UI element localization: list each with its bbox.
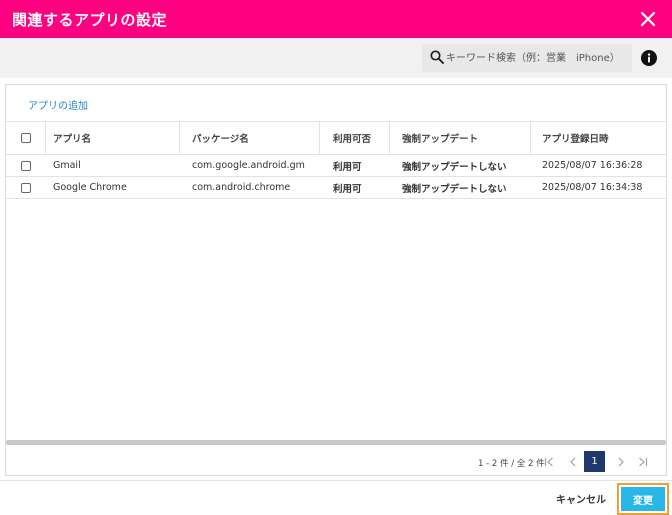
- last-page-icon: [639, 457, 648, 467]
- package-name-cell: com.google.android.gm: [192, 160, 305, 171]
- cancel-button[interactable]: キャンセル: [556, 491, 606, 506]
- table-row[interactable]: Google Chrome com.android.chrome 利用可 強制ア…: [6, 177, 666, 199]
- close-button[interactable]: [638, 9, 658, 29]
- select-all-checkbox[interactable]: [20, 133, 31, 143]
- column-header-force-update[interactable]: 強制アップデート: [390, 122, 531, 154]
- column-header-app-name[interactable]: アプリ名: [46, 122, 180, 154]
- registered-at-cell: 2025/08/07 16:34:38: [542, 182, 643, 193]
- change-button-label: 変更: [621, 487, 665, 511]
- change-button[interactable]: 変更: [617, 483, 669, 515]
- row-checkbox-cell: [6, 155, 46, 176]
- header-checkbox-cell: [6, 122, 46, 154]
- force-update-cell: 強制アップデートしない: [402, 161, 507, 173]
- app-list-panel: アプリの追加 アプリ名 パッケージ名 利用可否 強制アップデート アプリ登録日時…: [5, 84, 667, 476]
- package-name-cell: com.android.chrome: [192, 182, 291, 193]
- search-icon: [430, 50, 444, 64]
- next-page-button[interactable]: [612, 453, 630, 471]
- dialog-header: 関連するアプリの設定: [0, 0, 672, 38]
- availability-cell: 利用可: [333, 161, 362, 173]
- force-update-cell: 強制アップデートしない: [402, 183, 507, 195]
- search-box[interactable]: [422, 44, 632, 72]
- availability-cell: 利用可: [333, 183, 362, 195]
- last-page-button[interactable]: [634, 453, 652, 471]
- search-input[interactable]: [446, 48, 630, 68]
- horizontal-scrollbar[interactable]: [6, 440, 666, 445]
- row-checkbox-cell: [6, 177, 46, 198]
- table-row[interactable]: Gmail com.google.android.gm 利用可 強制アップデート…: [6, 155, 666, 177]
- chevron-right-icon: [618, 457, 624, 467]
- dialog-footer: キャンセル 変更: [0, 480, 672, 515]
- app-name-cell: Gmail: [53, 160, 81, 171]
- dialog-title: 関連するアプリの設定: [12, 11, 168, 29]
- current-page-button[interactable]: 1: [584, 451, 605, 472]
- table-header-row: アプリ名 パッケージ名 利用可否 強制アップデート アプリ登録日時: [6, 121, 666, 155]
- first-page-icon: [544, 457, 553, 467]
- toolbar: [0, 38, 672, 78]
- chevron-left-icon: [570, 457, 576, 467]
- first-page-button[interactable]: [540, 453, 558, 471]
- info-icon[interactable]: [641, 50, 657, 66]
- column-header-availability[interactable]: 利用可否: [320, 122, 390, 154]
- add-app-link[interactable]: アプリの追加: [28, 97, 88, 112]
- column-header-registered-at[interactable]: アプリ登録日時: [531, 122, 666, 154]
- close-icon: [640, 11, 656, 27]
- column-header-package-name[interactable]: パッケージ名: [180, 122, 320, 154]
- pagination-range: 1 - 2 件 / 全 2 件: [478, 459, 545, 469]
- row-checkbox[interactable]: [21, 160, 31, 171]
- previous-page-button[interactable]: [564, 453, 582, 471]
- registered-at-cell: 2025/08/07 16:36:28: [542, 160, 643, 171]
- pagination: 1 - 2 件 / 全 2 件 1: [6, 449, 666, 475]
- app-name-cell: Google Chrome: [53, 182, 127, 193]
- row-checkbox[interactable]: [21, 182, 31, 193]
